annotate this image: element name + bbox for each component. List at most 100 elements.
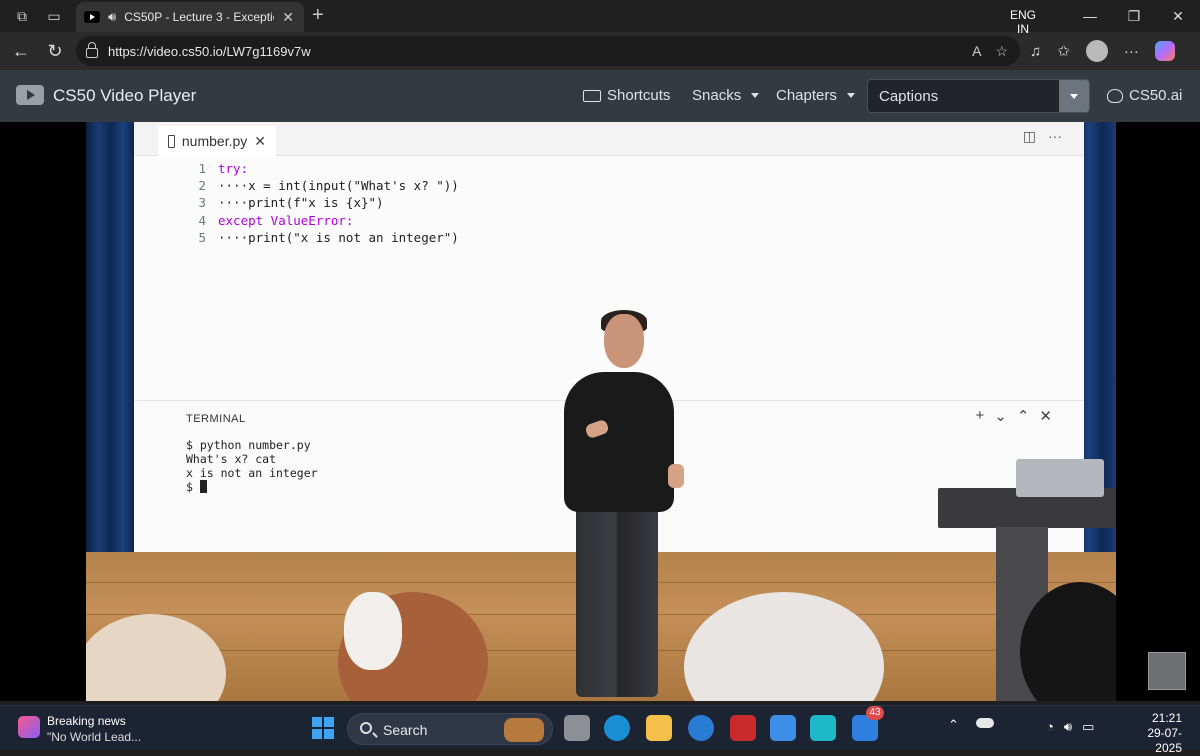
file-explorer-icon[interactable] xyxy=(646,715,672,741)
player-title[interactable]: CS50 Video Player xyxy=(53,86,196,106)
chevron-down-icon xyxy=(751,93,760,98)
chevron-down-icon xyxy=(1070,93,1078,99)
close-icon: ✕ xyxy=(254,132,266,149)
favorites-icon[interactable]: ✩ xyxy=(1057,42,1070,60)
video-frame: number.py ✕ ◫ ··· 1 try: 2 ····x = int(inp… xyxy=(86,122,1116,701)
edge-icon[interactable] xyxy=(604,715,630,741)
app-icon[interactable] xyxy=(810,715,836,741)
snacks-label: Snacks xyxy=(692,87,742,104)
split-editor-icon: ◫ xyxy=(1022,128,1036,144)
terminal-output: $ python number.py What's x? cat x is not … xyxy=(186,438,318,494)
captions-toggle-button[interactable] xyxy=(1059,80,1089,112)
region-label: IN xyxy=(1017,22,1029,36)
more-menu-icon[interactable]: ··· xyxy=(1124,43,1139,60)
wifi-icon[interactable]: ◔ xyxy=(1046,719,1054,735)
code-block: 1 try: 2 ····x = int(input("What's x? ")) … xyxy=(184,160,459,246)
mail-badge: 43 xyxy=(866,706,884,720)
chevron-up-icon[interactable]: ⌃ xyxy=(948,717,959,733)
code-text: except ValueError: xyxy=(218,212,354,228)
line-number: 3 xyxy=(198,195,206,211)
terminal-line: $ xyxy=(186,480,200,494)
file-icon xyxy=(168,134,175,148)
laptop xyxy=(1016,459,1104,497)
profile-avatar[interactable] xyxy=(1085,40,1108,62)
window-controls: — ❐ ✕ xyxy=(1068,0,1200,32)
captions-value: Captions xyxy=(879,88,939,105)
add-terminal-icon: + xyxy=(975,407,985,424)
language-indicator[interactable]: ENG IN xyxy=(1010,8,1036,36)
tab-actions-icon[interactable]: ▭ xyxy=(44,6,64,26)
tab-close-icon[interactable]: ✕ xyxy=(282,9,294,26)
clock-time: 21:21 xyxy=(1151,711,1182,725)
volume-icon[interactable]: 🔊︎ xyxy=(1064,719,1072,735)
terminal-line: What's x? cat xyxy=(186,452,277,466)
speaker-icon[interactable]: 🔊︎ xyxy=(108,9,116,25)
news-icon[interactable] xyxy=(18,716,40,738)
captions-select[interactable]: Captions xyxy=(867,79,1090,113)
extensions-icon[interactable]: ♫ xyxy=(1030,43,1041,60)
search-label: Search xyxy=(383,722,428,738)
taskbar-search[interactable]: Search xyxy=(347,713,553,745)
chapters-dropdown[interactable]: Chapters xyxy=(776,87,855,104)
address-bar-row: ← ↻ https://video.cs50.io/LW7g1169v7w A … xyxy=(0,32,1200,70)
video-player[interactable]: number.py ✕ ◫ ··· 1 try: 2 ····x = int(inp… xyxy=(0,122,1200,701)
refresh-button[interactable]: ↻ xyxy=(38,41,72,62)
clock[interactable]: 21:21 29-07-2025 xyxy=(1124,711,1182,756)
editor-filename: number.py xyxy=(181,133,248,149)
cs50-ai-label: CS50.ai xyxy=(1129,87,1183,104)
workspaces-icon[interactable]: ⧉ xyxy=(12,6,32,26)
battery-icon[interactable]: ▭ xyxy=(1082,719,1094,735)
task-view-icon[interactable] xyxy=(564,715,590,741)
player-header: CS50 Video Player Shortcuts Snacks Chapt… xyxy=(0,70,1200,122)
news-subtitle[interactable]: "No World Lead... xyxy=(47,730,141,744)
code-line: 4 except ValueError: xyxy=(184,212,459,229)
minimize-icon[interactable]: — xyxy=(1068,0,1112,32)
taskbar: Breaking news "No World Lead... Search xyxy=(0,705,1200,749)
clock-date: 29-07-2025 xyxy=(1147,726,1182,755)
code-line: 3 ····print(f"x is {x}") xyxy=(184,194,459,211)
chevron-down-icon: ⌄ xyxy=(994,408,1007,425)
code-text: ····print(f"x is {x}") xyxy=(218,195,384,211)
url-text: https://video.cs50.io/LW7g1169v7w xyxy=(108,43,311,59)
code-text: ····print("x is not an integer") xyxy=(218,229,459,245)
cs50-ai-link[interactable]: CS50.ai xyxy=(1107,87,1182,104)
duck-icon xyxy=(1107,88,1123,103)
system-tray-icons[interactable]: ◔ 🔊︎ ▭ xyxy=(1046,719,1094,735)
play-logo-icon[interactable] xyxy=(16,85,44,105)
news-title[interactable]: Breaking news xyxy=(47,714,126,728)
editor-file-tab: number.py ✕ xyxy=(158,126,276,156)
close-icon[interactable]: ✕ xyxy=(1156,0,1200,32)
language-label: ENG xyxy=(1010,8,1037,22)
read-aloud-icon[interactable]: A xyxy=(972,43,981,60)
more-icon: ··· xyxy=(1048,128,1062,144)
store-icon[interactable] xyxy=(770,715,796,741)
new-tab-button[interactable]: + xyxy=(312,4,324,27)
restore-icon[interactable]: ❐ xyxy=(1112,0,1156,32)
youtube-favicon-icon xyxy=(84,11,100,23)
mcafee-icon[interactable] xyxy=(730,715,756,741)
dell-icon[interactable] xyxy=(688,715,714,741)
audience-bow xyxy=(344,592,402,670)
editor-tab-bar: number.py ✕ ◫ ··· xyxy=(134,122,1084,156)
back-button[interactable]: ← xyxy=(4,41,38,62)
windows-start-icon[interactable] xyxy=(312,717,334,739)
code-text: try: xyxy=(218,161,249,176)
copilot-icon[interactable] xyxy=(1154,41,1175,61)
snacks-dropdown[interactable]: Snacks xyxy=(692,87,760,104)
weather-icon[interactable] xyxy=(976,718,994,728)
browser-tab-active[interactable]: 🔊︎ CS50P - Lecture 3 - Exceptions ✕ xyxy=(76,2,304,32)
lock-icon[interactable] xyxy=(86,41,98,58)
url-field[interactable]: https://video.cs50.io/LW7g1169v7w A ☆ xyxy=(76,36,1020,66)
terminal-cursor xyxy=(199,480,207,493)
presenter-legs xyxy=(576,502,658,697)
terminal-line: x is not an integer xyxy=(186,466,318,480)
shortcuts-link[interactable]: Shortcuts xyxy=(583,87,670,104)
presenter-torso xyxy=(564,372,674,512)
terminal-label: TERMINAL xyxy=(186,413,246,425)
code-line: 1 try: xyxy=(184,160,459,177)
code-line: 2 ····x = int(input("What's x? ")) xyxy=(184,177,458,194)
search-icon xyxy=(360,722,372,734)
search-highlight-image xyxy=(504,718,544,742)
favorite-star-icon[interactable]: ☆ xyxy=(995,43,1008,60)
cat-thumbnail xyxy=(1148,652,1186,690)
